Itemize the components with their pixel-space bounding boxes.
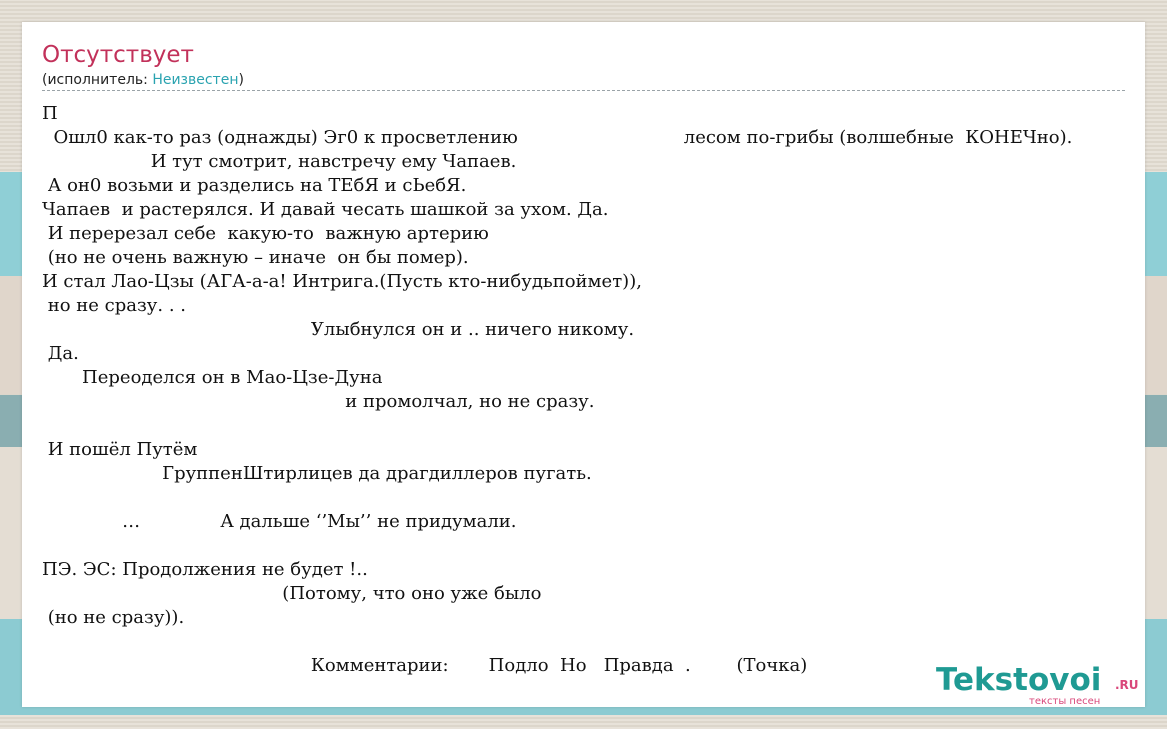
lyrics-line: П bbox=[42, 103, 58, 124]
lyrics-line: но не сразу. . . bbox=[42, 295, 186, 316]
lyrics-line: ПЭ. ЭС: Продолжения не будет !.. bbox=[42, 559, 368, 580]
lyrics-line: Улыбнулся он и .. ничего никому. bbox=[42, 319, 635, 340]
performer-suffix: ) bbox=[238, 72, 244, 88]
lyrics-line: И тут смотрит, навстречу ему Чапаев. bbox=[42, 151, 517, 172]
lyrics-line: А он0 возьми и разделись на ТЕбЯ и сЬебЯ… bbox=[42, 175, 467, 196]
lyrics-line: И перерезал себе какую-то важную артерию bbox=[42, 223, 489, 244]
lyrics-line: Чапаев и растерялся. И давай чесать шашк… bbox=[42, 199, 609, 220]
lyrics-line: Переоделся он в Мао-Цзе-Дуна bbox=[42, 367, 383, 388]
lyrics-line: (но не сразу)). bbox=[42, 607, 185, 628]
lyrics-line: Да. bbox=[42, 343, 79, 364]
lyrics-line: и промолчал, но не сразу. bbox=[42, 391, 595, 412]
performer-line: (исполнитель: Неизвестен) bbox=[42, 72, 244, 88]
lyrics-line: ГруппенШтирлицев да драгдиллеров пугать. bbox=[42, 463, 592, 484]
site-logo[interactable]: Tekstovoi .RU тексты песен bbox=[936, 662, 1146, 712]
performer-prefix: (исполнитель: bbox=[42, 72, 153, 88]
logo-tagline: тексты песен bbox=[1029, 696, 1101, 707]
logo-tld: .RU bbox=[1115, 678, 1139, 692]
lyrics-line: И стал Лао-Цзы (АГА-а-а! Интрига.(Пусть … bbox=[42, 271, 642, 292]
performer-link[interactable]: Неизвестен bbox=[152, 72, 238, 88]
song-title: Отсутствует bbox=[42, 42, 194, 68]
lyrics-line: (Потому, что оно уже было bbox=[42, 583, 542, 604]
lyrics-line: Комментарии: Подло Но Правда . (Точка) bbox=[42, 655, 808, 676]
lyrics-line: (но не очень важную – иначе он бы помер)… bbox=[42, 247, 469, 268]
lyrics-card: Отсутствует (исполнитель: Неизвестен) П … bbox=[22, 22, 1145, 707]
divider bbox=[42, 90, 1125, 91]
logo-wordmark: Tekstovoi bbox=[936, 662, 1102, 698]
lyrics-line: И пошёл Путём bbox=[42, 439, 198, 460]
lyrics-line: Ошл0 как-то раз (однажды) Эг0 к просветл… bbox=[42, 127, 1073, 148]
lyrics-line: … А дальше ‘’Мы’’ не придумали. bbox=[42, 511, 517, 532]
